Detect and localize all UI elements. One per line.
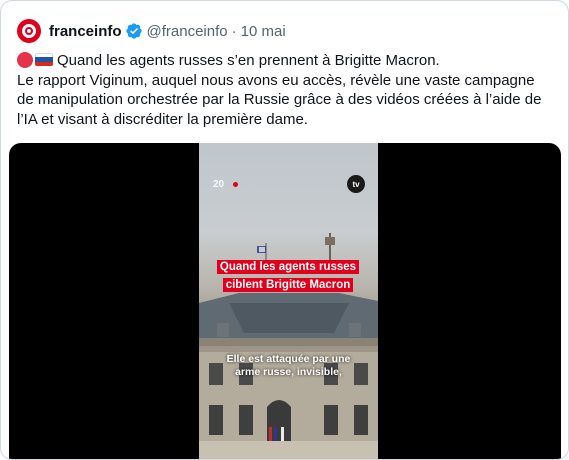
tweet-date[interactable]: 10 mai <box>241 23 286 40</box>
video-subtitle-line-1: Elle est attaquée par une <box>226 353 351 365</box>
video-frame[interactable]: 20 tv Quand les agents russes ciblent Br… <box>199 143 378 459</box>
video-title-line-1: Quand les agents russes <box>216 260 360 274</box>
tweet-text-line-2: Le rapport Viginum, auquel nous avons eu… <box>17 71 535 89</box>
red-circle-emoji-icon <box>17 52 33 68</box>
tweet-text: Quand les agents russes s’en prennent à … <box>17 51 557 129</box>
avatar[interactable] <box>17 19 41 43</box>
franceinfo-tv-logo-icon: tv <box>347 175 365 193</box>
video-subtitle: Elle est attaquée par une arme russe, in… <box>199 353 378 379</box>
tweet-card[interactable]: franceinfo @franceinfo · 10 mai Quand le… <box>0 0 569 460</box>
video-player[interactable]: 20 tv Quand les agents russes ciblent Br… <box>9 143 561 459</box>
video-timer: 20 <box>213 179 225 190</box>
video-title: Quand les agents russes ciblent Brigitte… <box>213 257 363 293</box>
tweet-text-line-4: l’IA et visant à discréditer la première… <box>17 110 308 128</box>
tweet-headline: Quand les agents russes s’en prennent à … <box>57 52 440 69</box>
video-subtitle-line-2: arme russe, invisible, <box>235 366 342 378</box>
tweet-header: franceinfo @franceinfo · 10 mai <box>17 17 286 45</box>
tweet-text-line-3: de manipulation orchestrée par la Russie… <box>17 91 542 108</box>
video-title-line-2: ciblent Brigitte Macron <box>222 278 354 292</box>
tweet-text-line-1: Quand les agents russes s’en prennent à … <box>17 51 557 71</box>
live-dot-icon <box>233 182 238 187</box>
russia-flag-emoji-icon <box>35 53 53 66</box>
franceinfo-logo-icon <box>22 24 36 38</box>
verified-badge-icon <box>125 22 143 40</box>
author-name[interactable]: franceinfo <box>49 23 122 40</box>
author-handle[interactable]: @franceinfo <box>147 23 228 40</box>
separator: · <box>231 22 237 40</box>
